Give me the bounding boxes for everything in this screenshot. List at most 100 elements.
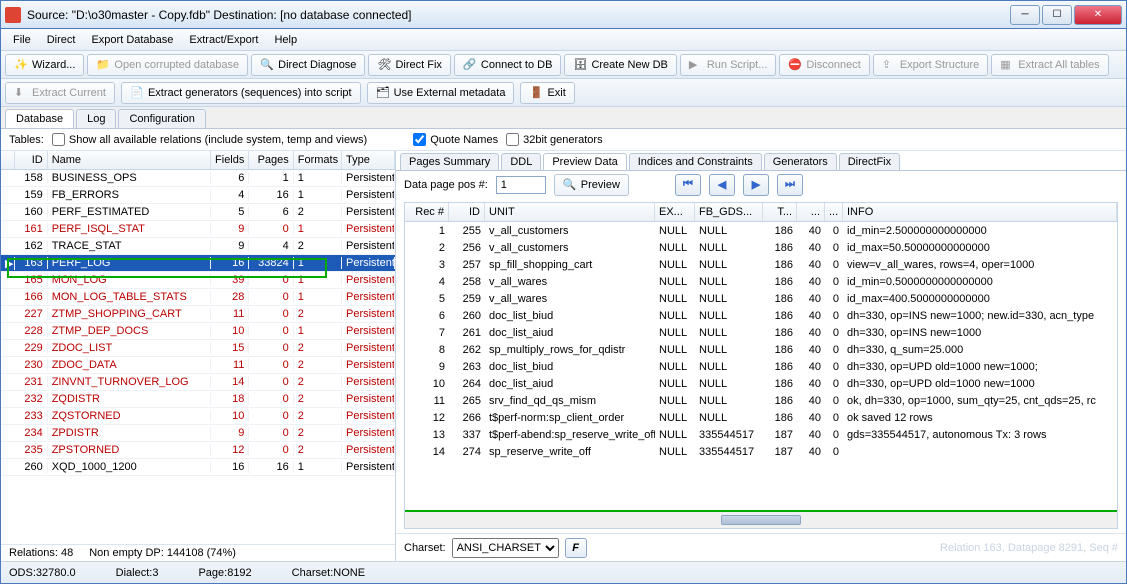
col-type[interactable]: Type (342, 151, 395, 169)
extract-current-button[interactable]: ⬇Extract Current (5, 82, 115, 104)
32bit-generators-checkbox[interactable]: 32bit generators (506, 133, 603, 146)
tab-configuration[interactable]: Configuration (118, 109, 205, 128)
preview-row[interactable]: 11265srv_find_qd_qs_mismNULLNULL186400ok… (405, 392, 1117, 409)
preview-row[interactable]: 7261doc_list_aiudNULLNULL186400dh=330, o… (405, 324, 1117, 341)
preview-button[interactable]: 🔍Preview (554, 174, 629, 196)
pcol-fb[interactable]: FB_GDS... (695, 203, 763, 221)
pcol-info[interactable]: INFO (843, 203, 1117, 221)
table-row[interactable]: 230ZDOC_DATA1102Persistent (1, 357, 395, 374)
direct-fix-button[interactable]: 🛠Direct Fix (368, 54, 450, 76)
pcol-ex[interactable]: EX... (655, 203, 695, 221)
table-row[interactable]: 160PERF_ESTIMATED562Persistent (1, 204, 395, 221)
preview-row[interactable]: 6260doc_list_biudNULLNULL186400dh=330, o… (405, 307, 1117, 324)
pcol-unit[interactable]: UNIT (485, 203, 655, 221)
status-dialect: Dialect:3 (116, 567, 159, 579)
minimize-button[interactable]: ─ (1010, 5, 1040, 25)
create-new-db-button[interactable]: 🗄Create New DB (564, 54, 676, 76)
disconnect-button[interactable]: ⛔Disconnect (779, 54, 869, 76)
tab-pages-summary[interactable]: Pages Summary (400, 153, 499, 170)
preview-row[interactable]: 5259v_all_waresNULLNULL186400id_max=400.… (405, 290, 1117, 307)
tab-directfix[interactable]: DirectFix (839, 153, 900, 170)
exit-button[interactable]: 🚪Exit (520, 82, 574, 104)
nav-first-button[interactable]: ⏮ (675, 174, 701, 196)
preview-row[interactable]: 4258v_all_waresNULLNULL186400id_min=0.50… (405, 273, 1117, 290)
use-external-metadata-button[interactable]: 🗂Use External metadata (367, 82, 515, 104)
charset-bar: Charset: ANSI_CHARSET F Relation 163, Da… (396, 533, 1126, 561)
export-structure-button[interactable]: ⇪Export Structure (873, 54, 988, 76)
nav-prev-button[interactable]: ◀ (709, 174, 735, 196)
table-row[interactable]: 233ZQSTORNED1002Persistent (1, 408, 395, 425)
toolbar-secondary: ⬇Extract Current 📄Extract generators (se… (1, 79, 1126, 107)
tab-indices[interactable]: Indices and Constraints (629, 153, 762, 170)
table-row[interactable]: 227ZTMP_SHOPPING_CART1102Persistent (1, 306, 395, 323)
preview-row[interactable]: 8262sp_multiply_rows_for_qdistrNULLNULL1… (405, 341, 1117, 358)
menu-file[interactable]: File (7, 32, 37, 48)
preview-row[interactable]: 13337t$perf-abend:sp_reserve_write_offNU… (405, 426, 1117, 443)
col-pages[interactable]: Pages (249, 151, 293, 169)
details-tabs: Pages Summary DDL Preview Data Indices a… (396, 151, 1126, 170)
font-button[interactable]: F (565, 538, 587, 558)
extract-all-tables-button[interactable]: ▦Extract All tables (991, 54, 1108, 76)
menu-export-database[interactable]: Export Database (85, 32, 179, 48)
table-row[interactable]: 228ZTMP_DEP_DOCS1001Persistent (1, 323, 395, 340)
open-corrupted-db-button[interactable]: 📁Open corrupted database (87, 54, 248, 76)
col-name[interactable]: Name (48, 151, 211, 169)
pcol-rec[interactable]: Rec # (405, 203, 449, 221)
tables-grid-header: ID Name Fields Pages Formats Type (1, 151, 395, 170)
table-row[interactable]: 166MON_LOG_TABLE_STATS2801Persistent (1, 289, 395, 306)
col-id[interactable]: ID (15, 151, 48, 169)
col-formats[interactable]: Formats (294, 151, 342, 169)
table-row[interactable]: 231ZINVNT_TURNOVER_LOG1402Persistent (1, 374, 395, 391)
table-row[interactable]: 159FB_ERRORS4161Persistent (1, 187, 395, 204)
preview-row[interactable]: 14274sp_reserve_write_offNULL33554451718… (405, 443, 1117, 460)
charset-select[interactable]: ANSI_CHARSET (452, 538, 559, 558)
extract-generators-button[interactable]: 📄Extract generators (sequences) into scr… (121, 82, 361, 104)
table-row[interactable]: ▶163PERF_LOG16338241Persistent (1, 255, 395, 272)
horizontal-scrollbar[interactable] (405, 511, 1117, 528)
data-page-pos-input[interactable] (496, 176, 546, 194)
tables-grid-body[interactable]: 158BUSINESS_OPS611Persistent159FB_ERRORS… (1, 170, 395, 544)
preview-row[interactable]: 3257sp_fill_shopping_cartNULLNULL186400v… (405, 256, 1117, 273)
table-row[interactable]: 229ZDOC_LIST1502Persistent (1, 340, 395, 357)
tab-preview-data[interactable]: Preview Data (543, 153, 626, 170)
run-script-button[interactable]: ▶Run Script... (680, 54, 777, 76)
pcol-c1[interactable]: ... (797, 203, 825, 221)
pcol-c2[interactable]: ... (825, 203, 843, 221)
quote-names-checkbox[interactable]: Quote Names (413, 133, 498, 146)
status-bar: ODS:32780.0 Dialect:3 Page:8192 Charset:… (1, 561, 1126, 583)
pcol-t[interactable]: T... (763, 203, 797, 221)
table-row[interactable]: 162TRACE_STAT942Persistent (1, 238, 395, 255)
tab-ddl[interactable]: DDL (501, 153, 541, 170)
menu-extract-export[interactable]: Extract/Export (183, 32, 264, 48)
relations-count: Relations: 48 (9, 547, 73, 559)
table-row[interactable]: 232ZQDISTR1802Persistent (1, 391, 395, 408)
preview-row[interactable]: 10264doc_list_aiudNULLNULL186400dh=330, … (405, 375, 1117, 392)
nav-next-button[interactable]: ▶ (743, 174, 769, 196)
table-row[interactable]: 161PERF_ISQL_STAT901Persistent (1, 221, 395, 238)
nav-last-button[interactable]: ⏭ (777, 174, 803, 196)
col-fields[interactable]: Fields (211, 151, 250, 169)
pcol-id[interactable]: ID (449, 203, 485, 221)
preview-grid-body[interactable]: 1255v_all_customersNULLNULL186400id_min=… (405, 222, 1117, 511)
show-all-relations-checkbox[interactable]: Show all available relations (include sy… (52, 133, 367, 146)
tab-log[interactable]: Log (76, 109, 116, 128)
preview-row[interactable]: 12266t$perf-norm:sp_client_orderNULLNULL… (405, 409, 1117, 426)
table-row[interactable]: 158BUSINESS_OPS611Persistent (1, 170, 395, 187)
direct-diagnose-button[interactable]: 🔍Direct Diagnose (251, 54, 365, 76)
table-row[interactable]: 234ZPDISTR902Persistent (1, 425, 395, 442)
preview-row[interactable]: 9263doc_list_biudNULLNULL186400dh=330, o… (405, 358, 1117, 375)
maximize-button[interactable]: ☐ (1042, 5, 1072, 25)
menu-help[interactable]: Help (268, 32, 303, 48)
table-row[interactable]: 165MON_LOG3901Persistent (1, 272, 395, 289)
status-charset: Charset:NONE (292, 567, 365, 579)
table-row[interactable]: 260XQD_1000_120016161Persistent (1, 459, 395, 476)
wizard-button[interactable]: ✨Wizard... (5, 54, 84, 76)
close-button[interactable]: ✕ (1074, 5, 1122, 25)
tab-database[interactable]: Database (5, 109, 74, 128)
preview-row[interactable]: 1255v_all_customersNULLNULL186400id_min=… (405, 222, 1117, 239)
tab-generators[interactable]: Generators (764, 153, 837, 170)
preview-row[interactable]: 2256v_all_customersNULLNULL186400id_max=… (405, 239, 1117, 256)
connect-db-button[interactable]: 🔗Connect to DB (454, 54, 562, 76)
table-row[interactable]: 235ZPSTORNED1202Persistent (1, 442, 395, 459)
menu-direct[interactable]: Direct (41, 32, 82, 48)
